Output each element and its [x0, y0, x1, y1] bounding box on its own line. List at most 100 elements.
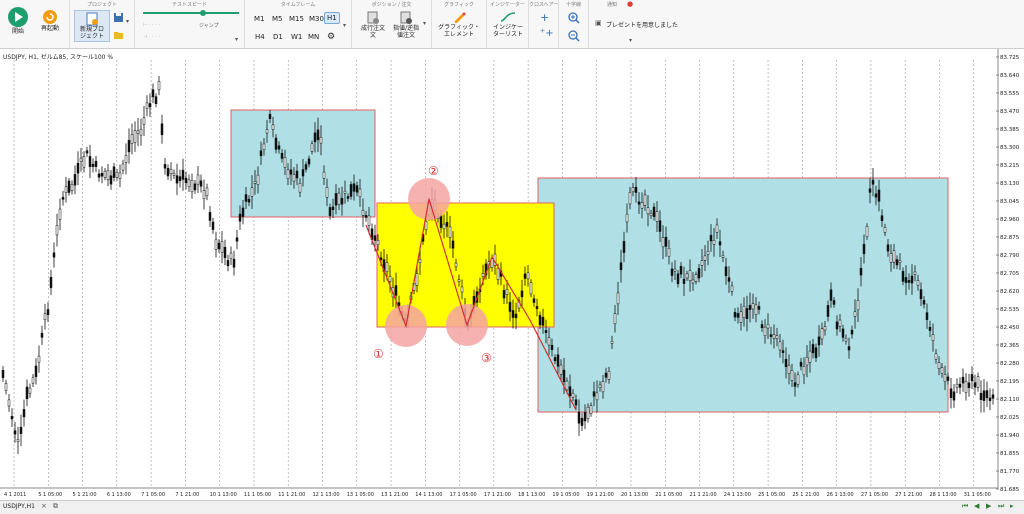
candle-body	[613, 313, 617, 325]
timeframe-dropdown-icon[interactable]: ▾	[343, 22, 346, 29]
candle-body	[955, 383, 959, 388]
crosshair-add-icon[interactable]: ⁺+	[540, 28, 554, 39]
candle-body	[775, 335, 779, 339]
orders-dropdown-icon[interactable]: ▾	[423, 20, 426, 27]
nav-prev-icon[interactable]: ◀	[974, 502, 979, 510]
timeframe-group: タイムフレーム M1 M5 M15 M30 H1 H4 D1 W1 MN ⚙ ▾	[245, 0, 352, 48]
candle-body	[127, 139, 131, 153]
candle-body	[64, 186, 68, 193]
price-chart[interactable]: ① ② ③ 83.725 83.640 83.555 83.470 83.385 83.3…	[0, 49, 1024, 499]
candle-body	[988, 397, 992, 402]
crosshair-icon[interactable]: +	[540, 11, 549, 24]
candle-body	[454, 262, 458, 267]
candle-body	[223, 246, 227, 259]
candle-body	[109, 175, 113, 185]
nav-scroll-icon[interactable]: ▸	[1010, 502, 1014, 510]
candle-body	[940, 367, 944, 374]
nav-last-icon[interactable]: ⏭	[998, 502, 1004, 511]
crosshair-title: クロスヘアー	[529, 2, 559, 8]
save-icon[interactable]	[113, 12, 124, 23]
candle-body	[913, 271, 917, 275]
candle-body	[868, 188, 872, 193]
candle-body	[394, 285, 398, 296]
folder-icon[interactable]	[113, 30, 124, 40]
candle-body	[703, 255, 707, 261]
candle-body	[160, 123, 164, 136]
candle-body	[856, 300, 860, 311]
price-label: 82.025	[1000, 415, 1020, 421]
candle-body	[289, 169, 293, 175]
nav-first-icon[interactable]: ⏮	[962, 502, 968, 511]
save-dropdown-icon[interactable]: ▾	[126, 18, 129, 25]
candle-body	[610, 341, 614, 344]
candle-body	[235, 237, 239, 242]
zoom-out-icon[interactable]	[568, 30, 580, 42]
indicator-list-button[interactable]: インジケー ターリスト	[489, 10, 527, 38]
candle-body	[823, 326, 827, 331]
candle-body	[79, 157, 83, 162]
restart-button[interactable]: 再起動	[36, 9, 64, 32]
tf-h1[interactable]: H1	[324, 12, 340, 24]
candle-body	[175, 175, 179, 184]
time-label: 17 1 05:00	[450, 492, 477, 498]
candle-body	[586, 407, 590, 419]
step-back-icon[interactable]: ⊣ · · · ·	[143, 34, 160, 40]
candle-body	[727, 277, 731, 282]
tf-m15[interactable]: M15	[287, 14, 306, 24]
tf-d1[interactable]: D1	[271, 32, 285, 42]
toolbar-ribbon: 開始 再起動 プロジェクト 新規プロ ジェクト ▾ テストスピード ⊢ · · …	[0, 0, 1024, 49]
candle-body	[934, 353, 938, 360]
tf-mn[interactable]: MN	[306, 32, 321, 42]
candle-body	[91, 163, 95, 167]
new-project-button[interactable]: 新規プロ ジェクト	[74, 10, 110, 42]
candle-body	[721, 255, 725, 258]
candle-body	[562, 369, 566, 383]
tf-h4[interactable]: H4	[253, 32, 267, 42]
candle-body	[292, 174, 296, 182]
candle-body	[589, 405, 593, 414]
start-button[interactable]: 開始	[6, 6, 30, 35]
candle-body	[547, 337, 551, 346]
candle-body	[70, 183, 74, 191]
positions-group: ポジション / 注文 成行注文 文 指値/逆指 値注文 ▾	[352, 0, 432, 48]
nav-next-icon[interactable]: ▶	[986, 502, 991, 510]
notice-dropdown-icon[interactable]: ▾	[629, 37, 632, 44]
candle-body	[631, 187, 635, 193]
step-forward-icon[interactable]: ⊢ · · · ·	[143, 22, 160, 28]
speed-dropdown-icon[interactable]: ▾	[235, 36, 238, 43]
price-label: 83.470	[1000, 109, 1020, 115]
candle-body	[418, 258, 422, 263]
timeframe-settings-icon[interactable]: ⚙	[325, 31, 337, 43]
time-label: 5 1 05:00	[38, 492, 62, 498]
candle-body	[961, 376, 965, 384]
notice-text[interactable]: プレゼントを用意しました	[606, 20, 678, 29]
candle-body	[25, 386, 29, 400]
tf-m1[interactable]: M1	[252, 14, 267, 24]
candle-body	[196, 174, 200, 185]
price-label: 82.705	[1000, 271, 1020, 277]
close-tab-icon[interactable]: ×	[41, 502, 47, 510]
candle-body	[946, 376, 950, 381]
candle-body	[7, 399, 11, 407]
candle-body	[523, 273, 527, 279]
speed-slider[interactable]	[141, 9, 241, 17]
detach-icon[interactable]: ⧉	[53, 502, 58, 511]
candle-body	[220, 241, 224, 253]
candle-body	[973, 382, 977, 388]
graphic-element-button[interactable]: グラフィック・ エレメント	[435, 10, 483, 38]
candle-body	[520, 290, 524, 298]
zoom-in-icon[interactable]	[568, 12, 580, 24]
chart-tab-usdjpy[interactable]: USDJPY,H1	[3, 503, 35, 510]
jump-label[interactable]: ジャンプ	[199, 22, 219, 29]
candle-body	[649, 213, 653, 216]
time-label: 13 1 21:00	[381, 492, 408, 498]
market-order-button[interactable]: 成行注文 文	[358, 11, 388, 39]
pending-order-button[interactable]: 指値/逆指 値注文	[390, 11, 422, 39]
tf-m5[interactable]: M5	[270, 14, 285, 24]
candle-body	[712, 240, 716, 245]
time-label: 5 1 21:00	[73, 492, 97, 498]
candle-body	[808, 350, 812, 363]
tf-w1[interactable]: W1	[289, 32, 304, 42]
candle-body	[343, 190, 347, 194]
candle-body	[685, 273, 689, 279]
